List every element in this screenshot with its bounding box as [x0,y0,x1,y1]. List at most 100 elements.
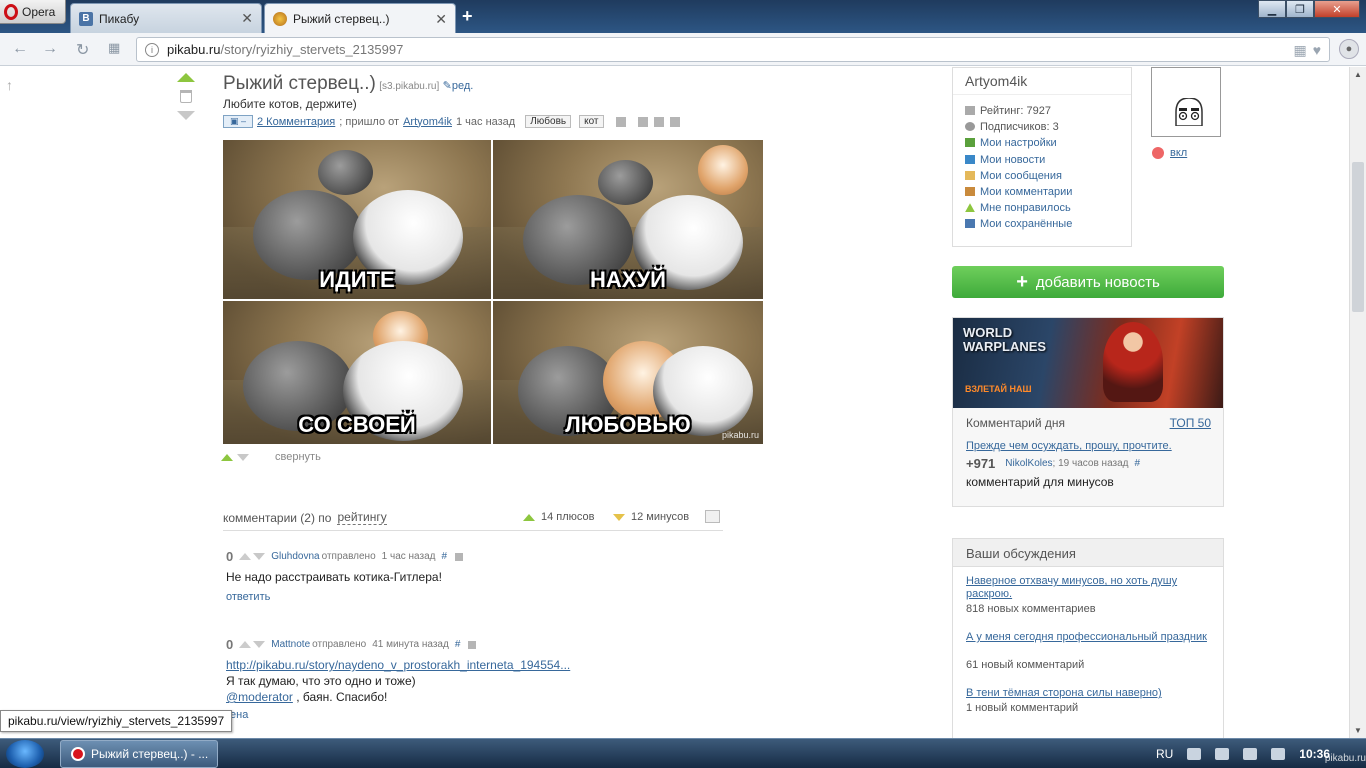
new-tab-button[interactable]: + [462,6,473,27]
url-text: pikabu.ru/story/ryizhiy_stervets_2135997 [167,42,403,57]
comment-of-day-link[interactable]: Прежде чем осуждать, прошу, прочтите. [966,440,1211,452]
comments-link[interactable]: 2 Комментария [257,116,335,128]
reload-icon[interactable]: ↻ [76,40,89,60]
flag-icon[interactable] [1243,748,1258,760]
close-window-button[interactable]: ✕ [1314,0,1360,18]
tab-pikabu[interactable]: В Пикабу ✕ [70,3,262,33]
story-image[interactable]: ИДИТЕ НАХУЙ СО СВОЕЙ ЛЮБОВЬЮ pikabu.ru [223,140,763,444]
close-tab-icon[interactable]: ✕ [435,11,447,28]
scroll-down-arrow-icon[interactable]: ▼ [1354,726,1362,735]
mention-link[interactable]: @moderator [226,690,293,704]
maximize-button[interactable]: ❐ [1286,0,1314,18]
taskbar-opera-window[interactable]: Рыжий стервец..) - ... [60,740,218,768]
comment-of-day-author[interactable]: NikolKoles [1005,458,1052,469]
tag-love[interactable]: Любовь [525,115,572,128]
top50-link[interactable]: ТОП 50 [1170,416,1211,430]
story-header: Рыжий стервец..) [s3.pikabu.ru] ✎ред. Лю… [223,73,783,128]
back-arrow-icon[interactable]: ← [12,40,28,58]
menu-liked[interactable]: Мне понравилось [965,200,1119,216]
story-title[interactable]: Рыжий стервец..) [223,73,376,94]
author-link[interactable]: Artyom4ik [403,116,452,128]
downvote-icon[interactable] [177,111,195,120]
minimize-button[interactable]: ▁ [1258,0,1286,18]
upvote-icon[interactable] [239,553,252,560]
edit-label: ред. [451,80,474,92]
refresh-comments-icon[interactable] [705,510,720,523]
discussion-link[interactable]: А у меня сегодня профессиональный праздн… [966,631,1210,644]
upvote-icon[interactable] [239,641,252,648]
heart-icon[interactable]: ♥ [1313,42,1321,59]
menu-settings[interactable]: Мои настройки [965,135,1119,151]
comment-url-link[interactable]: http://pikabu.ru/story/naydeno_v_prostor… [226,657,826,673]
close-tab-icon[interactable]: ✕ [241,10,253,27]
gear-icon [965,138,975,148]
volume-icon[interactable] [1215,748,1230,760]
forward-arrow-icon[interactable]: → [42,40,58,58]
menu-comments[interactable]: Мои комментарии [965,184,1119,200]
scroll-up-arrow-icon[interactable]: ▲ [1354,70,1362,79]
twitter-icon[interactable] [669,116,680,127]
discussion-link[interactable]: В тени тёмная сторона силы наверно) [966,687,1210,700]
trash-icon[interactable] [180,90,192,103]
comment-author[interactable]: Mattnote [271,639,310,650]
pencil-icon: ✎ [442,80,452,92]
discussion-count: 61 новый комментарий [966,659,1085,671]
avatar[interactable] [1151,67,1221,137]
meme-caption: СО СВОЕЙ [298,412,416,437]
discussion-link[interactable]: Наверное отхвачу минусов, но хоть душу р… [966,575,1210,601]
save-icon[interactable] [615,116,626,127]
opera-icon [71,747,85,761]
facebook-icon[interactable] [637,116,648,127]
sort-dropdown[interactable]: рейтингу [337,510,387,525]
user-name[interactable]: Artyom4ik [953,68,1131,95]
comment-permalink[interactable]: # [455,639,461,650]
reply-link[interactable]: ответить [226,591,826,603]
display-icon[interactable] [1271,748,1286,760]
user-profile-icon[interactable]: ● [1339,39,1359,59]
monitor-icon [965,154,975,164]
comment-time: 41 минута назад [372,639,449,650]
comment-author[interactable]: Gluhdovna [271,551,319,562]
edit-link[interactable]: ✎ред. [443,80,474,92]
comment-sent: отправлено [312,639,367,650]
menu-messages[interactable]: Мои сообщения [965,168,1119,184]
speed-dial-grid-icon[interactable]: ▦ [108,40,120,56]
image-badge-icon[interactable]: ▣ – [223,115,253,128]
reply-link[interactable]: ена [230,709,826,721]
downvote-icon[interactable] [253,641,266,648]
save-icon[interactable] [468,640,477,649]
vk-icon[interactable] [653,116,664,127]
comment-of-day-permalink[interactable]: # [1135,458,1141,469]
ad-subtitle: ВЗЛЕТАЙ НАШ [965,384,1032,394]
opera-menu-button[interactable]: Opera [0,0,66,24]
add-news-button[interactable]: + добавить новость [952,266,1224,298]
url-field[interactable]: i pikabu.ru/story/ryizhiy_stervets_21359… [136,37,1330,62]
menu-news[interactable]: Мои новости [965,152,1119,168]
scroll-to-top-icon[interactable]: ↑ [6,77,13,93]
comment-of-day-text: комментарий для минусов [966,475,1114,489]
tab-title: Рыжий стервец..) [293,12,390,26]
collapse-link[interactable]: свернуть [275,451,321,463]
windows-start-button[interactable] [6,740,44,768]
downvote-icon[interactable] [253,553,266,560]
downvote-icon[interactable] [237,453,249,461]
tab-story[interactable]: Рыжий стервец..) ✕ [264,3,456,34]
upvote-icon[interactable] [177,73,195,82]
upvote-icon[interactable] [221,453,233,461]
scrollbar-thumb[interactable] [1352,162,1364,312]
language-indicator[interactable]: RU [1156,747,1173,761]
save-icon[interactable] [455,552,464,561]
discussions-widget: Ваши обсуждения Наверное отхвачу минусов… [952,538,1224,738]
taskbar-watermark: pikabu.ru [1324,753,1366,764]
comments-header: комментарии (2) по рейтингу 14 плюсов 12… [223,505,723,531]
site-info-icon[interactable]: i [145,42,159,57]
grid-icon[interactable]: ▦ [1293,42,1306,59]
comment-item: 0 Mattnote отправлено 41 минута назад # … [226,637,826,721]
tag-cat[interactable]: кот [579,115,604,128]
comment-permalink[interactable]: # [441,551,447,562]
menu-saved[interactable]: Мои сохранённые [965,216,1119,232]
network-icon[interactable] [1187,748,1202,760]
ad-banner[interactable]: WORLD WARPLANES ВЗЛЕТАЙ НАШ [953,318,1223,408]
strawberry-toggle[interactable]: вкл [1152,147,1187,159]
page-scrollbar[interactable]: ▲ ▼ [1349,67,1366,738]
